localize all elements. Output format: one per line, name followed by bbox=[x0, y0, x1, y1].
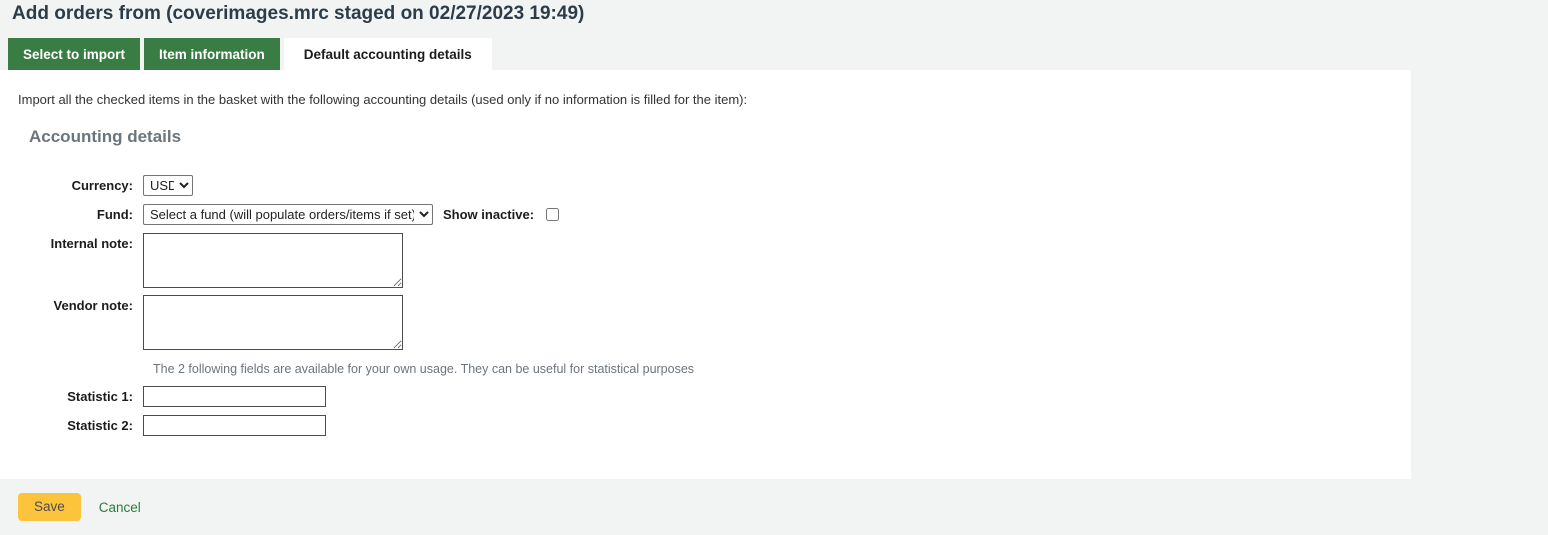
currency-select[interactable]: USD bbox=[143, 175, 193, 196]
currency-label: Currency: bbox=[71, 178, 133, 193]
show-inactive-checkbox[interactable] bbox=[546, 208, 560, 221]
cancel-link[interactable]: Cancel bbox=[99, 500, 141, 515]
statistics-hint-row: The 2 following fields are available for… bbox=[0, 362, 1411, 376]
form-row-statistic-2: Statistic 2: bbox=[0, 415, 1411, 437]
statistics-hint-text: The 2 following fields are available for… bbox=[153, 362, 695, 376]
fund-label: Fund: bbox=[96, 207, 133, 222]
tab-select-to-import[interactable]: Select to import bbox=[8, 38, 141, 70]
fund-field: Select a fund (will populate orders/item… bbox=[143, 204, 562, 225]
statistic-1-field bbox=[143, 386, 326, 407]
form-row-internal-note: Internal note: bbox=[0, 233, 1411, 288]
accounting-details-form: Currency: USD Fund: Select a fund (will … bbox=[0, 175, 1411, 444]
action-bar: Save Cancel bbox=[0, 479, 1411, 535]
save-button[interactable]: Save bbox=[18, 492, 81, 522]
tab-label: Default accounting details bbox=[303, 46, 472, 62]
internal-note-textarea[interactable] bbox=[143, 233, 403, 288]
statistic-1-label: Statistic 1: bbox=[67, 389, 133, 404]
internal-note-field bbox=[143, 233, 403, 288]
vendor-note-label: Vendor note: bbox=[53, 298, 133, 313]
content-panel: Import all the checked items in the bask… bbox=[0, 70, 1411, 479]
fund-select[interactable]: Select a fund (will populate orders/item… bbox=[143, 204, 433, 225]
form-row-statistic-1: Statistic 1: bbox=[0, 386, 1411, 408]
vendor-note-textarea[interactable] bbox=[143, 295, 403, 350]
tab-label: Select to import bbox=[23, 46, 126, 62]
tab-bar: Select to import Item information Defaul… bbox=[8, 38, 492, 70]
tab-label: Item information bbox=[159, 46, 265, 62]
statistic-2-input[interactable] bbox=[143, 415, 326, 436]
hint-spacer bbox=[0, 362, 143, 376]
internal-note-label: Internal note: bbox=[50, 236, 133, 251]
vendor-note-field bbox=[143, 295, 403, 350]
tab-default-accounting-details[interactable]: Default accounting details bbox=[283, 38, 492, 70]
form-row-vendor-note: Vendor note: bbox=[0, 295, 1411, 350]
statistic-2-field bbox=[143, 415, 326, 436]
tab-item-information[interactable]: Item information bbox=[144, 38, 280, 70]
statistic-1-input[interactable] bbox=[143, 386, 326, 407]
accounting-details-legend: Accounting details bbox=[29, 127, 182, 146]
page-title: Add orders from (coverimages.mrc staged … bbox=[12, 3, 585, 24]
currency-field: USD bbox=[143, 175, 193, 196]
statistic-2-label: Statistic 2: bbox=[67, 418, 133, 433]
show-inactive-label: Show inactive: bbox=[443, 207, 535, 222]
form-row-currency: Currency: USD bbox=[0, 175, 1411, 197]
intro-text: Import all the checked items in the bask… bbox=[18, 92, 748, 107]
form-row-fund: Fund: Select a fund (will populate order… bbox=[0, 204, 1411, 226]
